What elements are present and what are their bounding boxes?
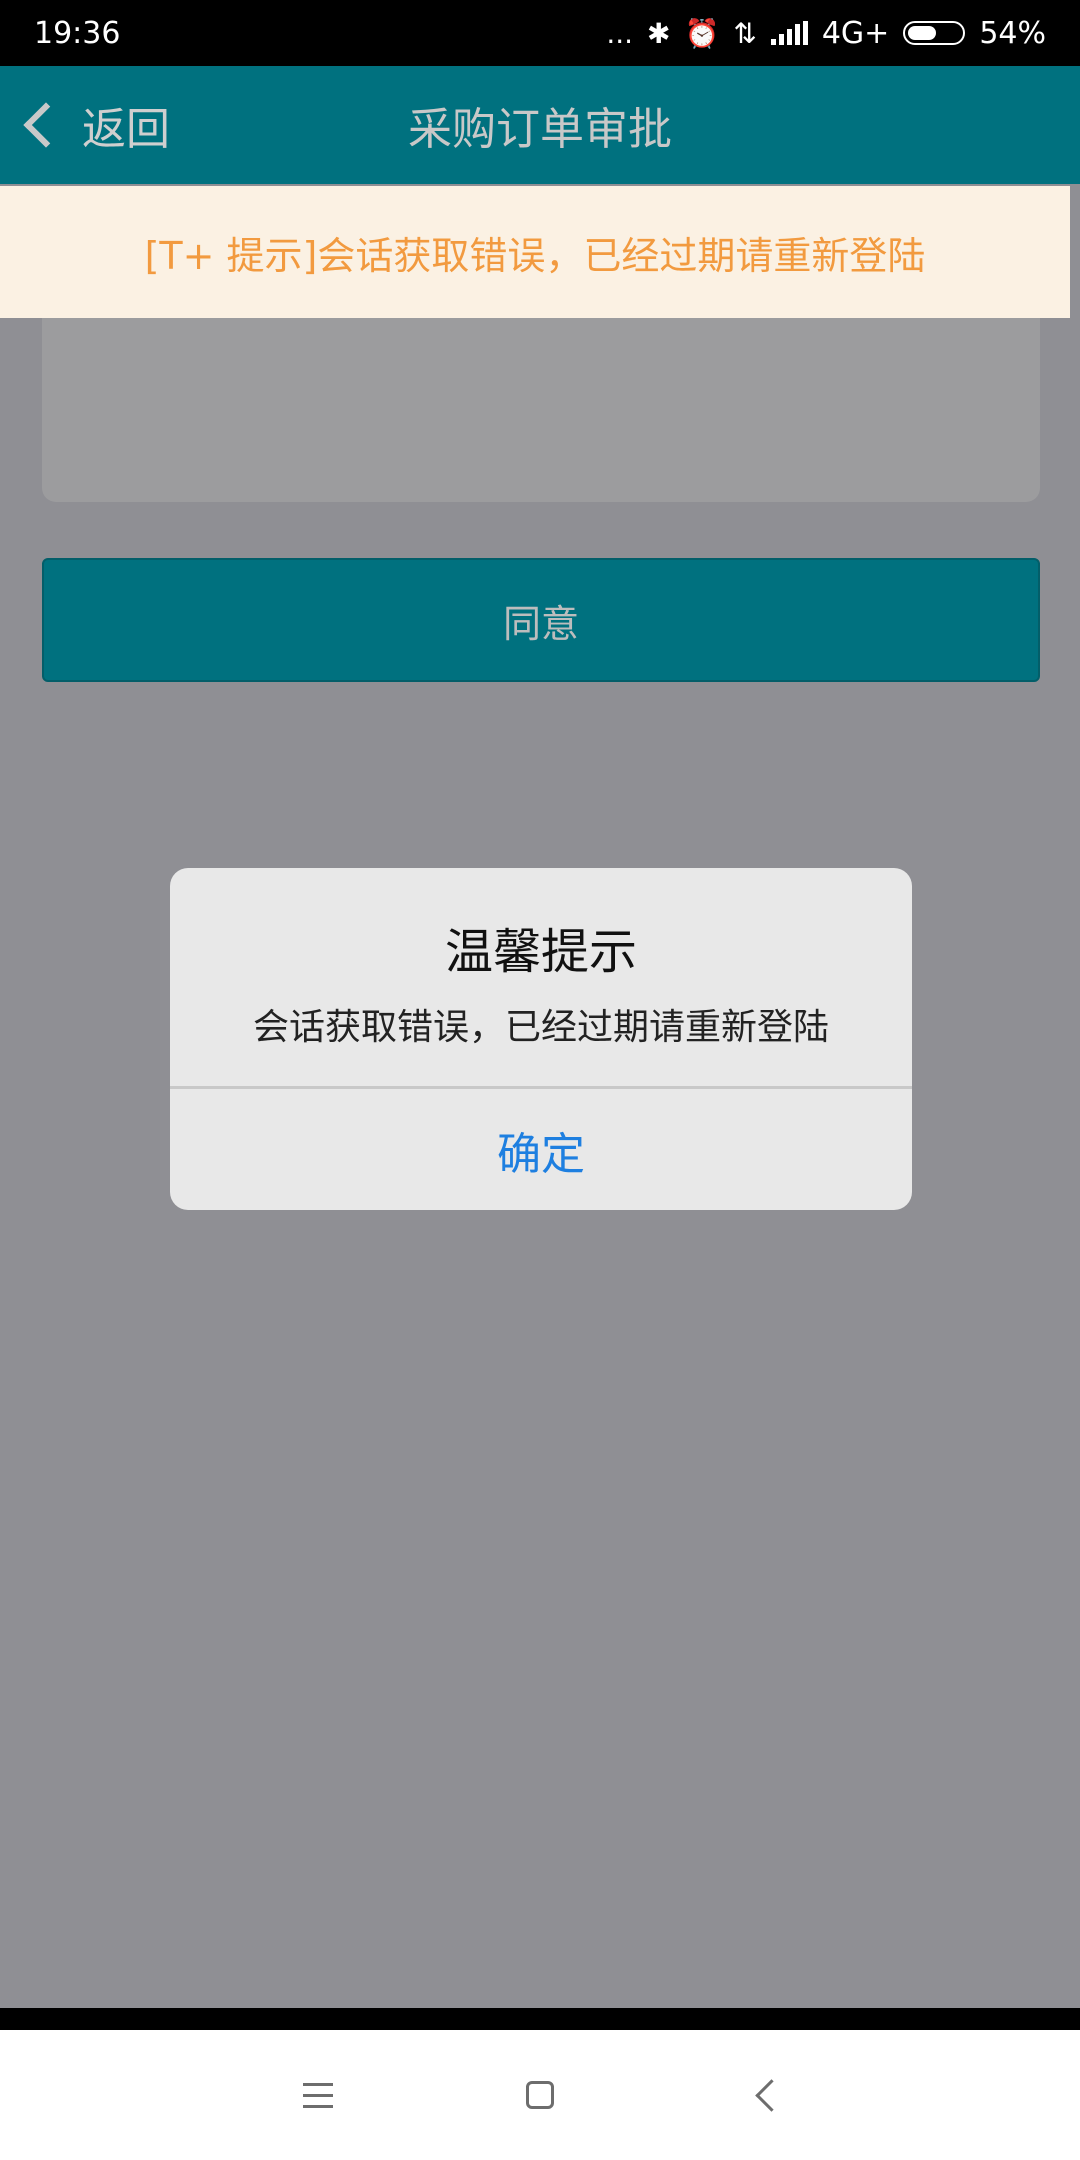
alert-dialog: 温馨提示 会话获取错误，已经过期请重新登陆 确定 xyxy=(170,868,912,1210)
network-type: 4G+ xyxy=(821,15,890,51)
menu-button[interactable] xyxy=(258,2030,378,2160)
nav-bar: 返回 采购订单审批 xyxy=(0,66,1080,184)
home-button[interactable] xyxy=(480,2030,600,2160)
dialog-message: 会话获取错误，已经过期请重新登陆 xyxy=(252,1007,829,1048)
battery-percent: 54% xyxy=(979,15,1046,51)
alarm-icon: ⏰ xyxy=(684,16,720,50)
home-icon xyxy=(526,2081,554,2109)
system-nav-bar xyxy=(0,2030,1080,2160)
agree-button[interactable]: 同意 xyxy=(42,558,1040,682)
warning-banner: [T+ 提示]会话获取错误，已经过期请重新登陆 xyxy=(0,186,1070,318)
bottom-strip xyxy=(0,2008,1080,2030)
back-icon xyxy=(754,2078,788,2112)
status-bar: 19:36 ... ✱ ⏰ ⇅ 4G+ 54% xyxy=(0,0,1080,66)
menu-icon xyxy=(303,2082,333,2108)
more-dots: ... xyxy=(606,16,634,50)
confirm-button[interactable]: 确定 xyxy=(170,1089,912,1210)
back-button[interactable]: 返回 xyxy=(18,66,170,184)
system-back-button[interactable] xyxy=(706,2030,826,2160)
signal-icon xyxy=(770,21,808,45)
data-transfer-icon: ⇅ xyxy=(733,16,757,50)
battery-fill xyxy=(908,26,937,40)
battery-icon xyxy=(903,21,966,45)
chevron-left-icon xyxy=(23,102,69,148)
dialog-title: 温馨提示 xyxy=(444,924,637,980)
status-time: 19:36 xyxy=(34,15,121,51)
back-label: 返回 xyxy=(82,104,170,155)
bluetooth-icon: ✱ xyxy=(647,16,671,50)
comment-textarea[interactable] xyxy=(42,318,1040,502)
